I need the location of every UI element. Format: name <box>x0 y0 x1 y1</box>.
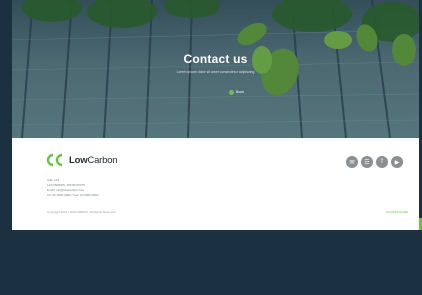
brand-logo[interactable]: LowCarbon <box>46 153 118 167</box>
contact-line: Tel: 00 0000 0000 / Fax: 00 0000 0000 <box>47 193 99 197</box>
footer-link[interactable]: ACCESS MORE <box>386 210 408 214</box>
copyright-text: Copyright 2024 LOWCARBON. All Rights Res… <box>47 210 117 214</box>
page: Contact us Lorem ipsum dolor sit amet co… <box>12 0 419 230</box>
lowcarbon-logo-icon <box>46 153 63 167</box>
social-links: ✉ ☰ f ▶ <box>346 156 403 168</box>
hero-title: Contact us <box>183 52 248 66</box>
brand-name: LowCarbon <box>69 154 118 166</box>
hero-banner: Contact us Lorem ipsum dolor sit amet co… <box>12 0 419 138</box>
contact-info: Add: 123 1234 BRKDS, 456 89 56475 Email:… <box>47 178 98 198</box>
hero-subtitle: Lorem ipsum dolor sit amet consectetur a… <box>176 70 255 74</box>
chat-icon[interactable]: ☰ <box>361 156 373 168</box>
hero-button[interactable]: Book <box>224 88 249 96</box>
hero-button-label: Book <box>236 90 244 94</box>
mail-icon[interactable]: ✉ <box>346 156 358 168</box>
brand-name-bold: Low <box>69 154 88 166</box>
dot-icon <box>229 89 234 95</box>
hero-overlay <box>12 0 419 138</box>
brand-name-rest: Carbon <box>87 154 118 166</box>
video-icon[interactable]: ▶ <box>391 156 403 168</box>
facebook-icon[interactable]: f <box>376 156 388 168</box>
